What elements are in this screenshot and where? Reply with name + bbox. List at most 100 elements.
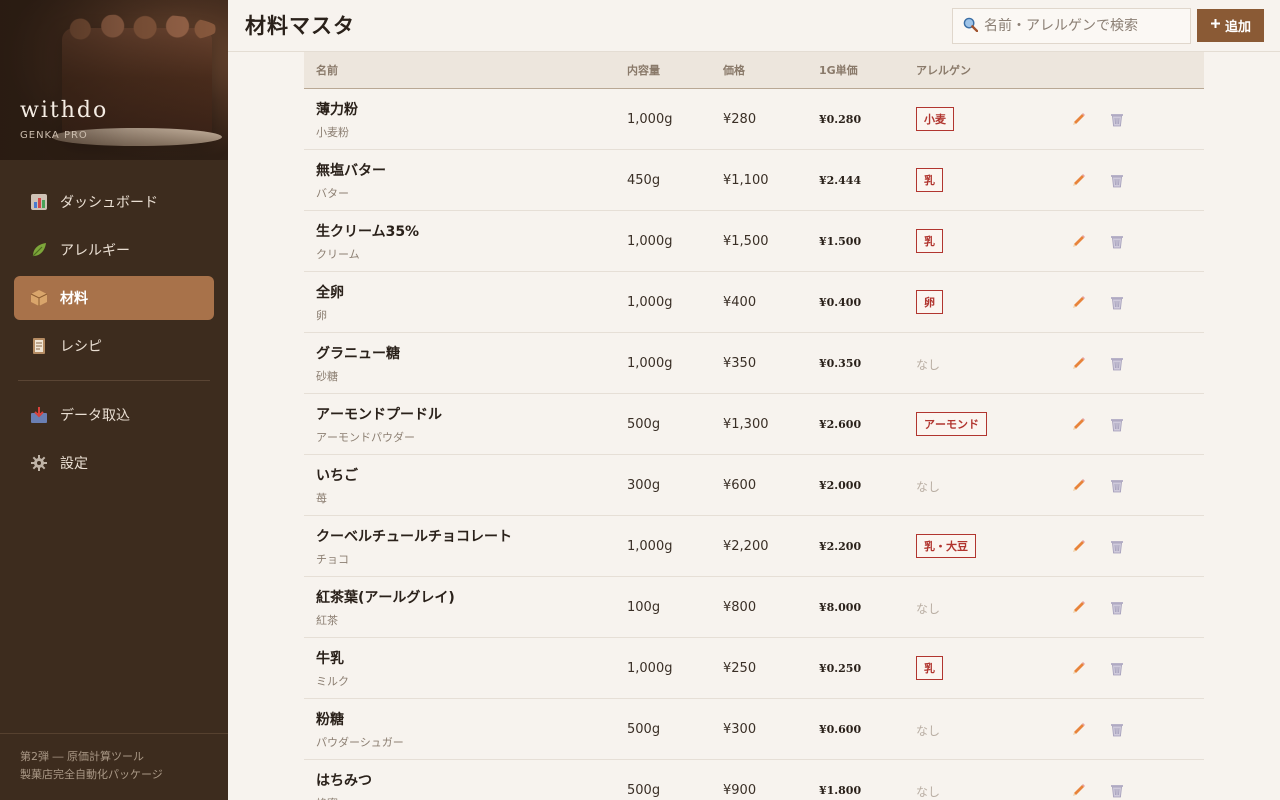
ingredient-alias: クリーム (316, 247, 360, 261)
row-actions (1066, 232, 1204, 250)
delete-icon[interactable] (1108, 598, 1126, 616)
ingredient-alias: チョコ (316, 552, 349, 566)
ingredient-qty: 300g (627, 477, 661, 493)
ingredient-allergen: なし (916, 720, 1066, 739)
row-actions (1066, 110, 1204, 128)
ingredient-name-cell: 紅茶葉(アールグレイ) 紅茶 (304, 587, 627, 628)
allergen-none: なし (916, 601, 941, 616)
inbox-icon (30, 406, 48, 424)
sidebar-item-dashboard[interactable]: ダッシュボード (14, 180, 214, 224)
ingredient-alias: アーモンドパウダー (316, 430, 415, 444)
edit-icon[interactable] (1070, 293, 1088, 311)
ingredient-unit-price: ¥8.000 (819, 600, 862, 614)
ingredient-unit-price: ¥2.200 (819, 539, 862, 553)
ingredient-alias: 紅茶 (316, 613, 338, 627)
row-actions (1066, 720, 1204, 738)
ingredient-price: ¥250 (723, 660, 757, 676)
edit-icon[interactable] (1070, 720, 1088, 738)
sidebar-item-ingredients[interactable]: 材料 (14, 276, 214, 320)
table-row: 生クリーム35% クリーム 1,000g ¥1,500 ¥1.500 乳 (304, 211, 1204, 272)
ingredient-allergen: 乳 (916, 229, 1066, 253)
delete-icon[interactable] (1108, 354, 1126, 372)
ingredient-allergen: なし (916, 598, 1066, 617)
edit-icon[interactable] (1070, 110, 1088, 128)
edit-icon[interactable] (1070, 476, 1088, 494)
ingredient-unit-price: ¥2.444 (819, 173, 862, 187)
allergen-badge: 乳 (916, 229, 943, 253)
ingredient-alias: ミルク (316, 674, 349, 688)
delete-icon[interactable] (1108, 476, 1126, 494)
table-row: はちみつ蜂蜜500g ¥900 ¥1.800 なし (304, 760, 1204, 800)
edit-icon[interactable] (1070, 598, 1088, 616)
column-header-unit-price[interactable]: 1G単価 (819, 62, 916, 78)
ingredient-name: 牛乳 (316, 650, 344, 667)
edit-icon[interactable] (1070, 171, 1088, 189)
brand-banner: withdo GENKA PRO (0, 0, 228, 160)
search-input[interactable] (984, 18, 1184, 34)
ingredients-table: 名前 内容量 価格 1G単価 アレルゲン 薄力粉 小麦粉 1,000g ¥280 ¥0.… (304, 52, 1204, 800)
column-header-price[interactable]: 価格 (723, 62, 819, 78)
delete-icon[interactable] (1108, 293, 1126, 311)
ingredient-unit-price: ¥1.500 (819, 234, 862, 248)
edit-icon[interactable] (1070, 537, 1088, 555)
search-box[interactable] (952, 8, 1191, 44)
sidebar-item-recipes[interactable]: レシピ (14, 324, 214, 368)
delete-icon[interactable] (1108, 232, 1126, 250)
ingredient-unit-price: ¥0.350 (819, 356, 862, 370)
row-actions (1066, 171, 1204, 189)
ingredient-qty: 1,000g (627, 111, 673, 127)
footer-line: 第2弾 ― 原価計算ツール (20, 750, 144, 763)
ingredient-price: ¥1,300 (723, 416, 769, 432)
ingredient-allergen: 小麦 (916, 107, 1066, 131)
ingredient-allergen: 乳 (916, 168, 1066, 192)
column-header-name[interactable]: 名前 (304, 62, 627, 78)
ingredient-name-cell: クーベルチュールチョコレート チョコ (304, 526, 627, 567)
allergen-none: なし (916, 357, 941, 372)
ingredient-price: ¥350 (723, 355, 757, 371)
sidebar-nav: ダッシュボード アレルギー 材料 レシピ データ取込 設定 (0, 160, 228, 485)
nav-divider (18, 380, 210, 381)
ingredient-allergen: なし (916, 781, 1066, 800)
row-actions (1066, 476, 1204, 494)
delete-icon[interactable] (1108, 171, 1126, 189)
ingredient-name: 生クリーム35% (316, 223, 420, 240)
search-icon (963, 17, 979, 36)
ingredient-alias: 砂糖 (316, 369, 338, 383)
sidebar-footer: 第2弾 ― 原価計算ツール 製菓店完全自動化パッケージ (0, 733, 228, 800)
sidebar-item-import[interactable]: データ取込 (14, 393, 214, 437)
add-button[interactable]: 追加 (1197, 9, 1264, 42)
row-actions (1066, 354, 1204, 372)
table-row: グラニュー糖 砂糖 1,000g ¥350 ¥0.350 なし (304, 333, 1204, 394)
table-row: 粉糖 パウダーシュガー 500g ¥300 ¥0.600 なし (304, 699, 1204, 760)
ingredient-alias: バター (316, 186, 349, 200)
delete-icon[interactable] (1108, 110, 1126, 128)
column-header-allergen[interactable]: アレルゲン (916, 62, 1066, 78)
allergen-none: なし (916, 479, 941, 494)
edit-icon[interactable] (1070, 354, 1088, 372)
allergen-badge: 乳・大豆 (916, 534, 976, 558)
row-actions (1066, 537, 1204, 555)
edit-icon[interactable] (1070, 415, 1088, 433)
ingredient-name-cell: アーモンドプードル アーモンドパウダー (304, 404, 627, 445)
edit-icon[interactable] (1070, 232, 1088, 250)
footer-line: 製菓店完全自動化パッケージ (20, 768, 163, 781)
sidebar-item-allergy[interactable]: アレルギー (14, 228, 214, 272)
box-icon (30, 289, 48, 307)
ingredient-name: グラニュー糖 (316, 345, 400, 362)
ingredient-unit-price: ¥0.400 (819, 295, 862, 309)
ingredient-qty: 500g (627, 782, 661, 798)
delete-icon[interactable] (1108, 415, 1126, 433)
delete-icon[interactable] (1108, 781, 1126, 799)
column-header-qty[interactable]: 内容量 (627, 62, 723, 78)
ingredient-price: ¥800 (723, 599, 757, 615)
delete-icon[interactable] (1108, 537, 1126, 555)
sidebar: withdo GENKA PRO ダッシュボード アレルギー 材料 レシピ デー… (0, 0, 228, 800)
delete-icon[interactable] (1108, 720, 1126, 738)
gear-icon (30, 454, 48, 472)
delete-icon[interactable] (1108, 659, 1126, 677)
sidebar-item-settings[interactable]: 設定 (14, 441, 214, 485)
edit-icon[interactable] (1070, 781, 1088, 799)
edit-icon[interactable] (1070, 659, 1088, 677)
brand-name: withdo (20, 98, 109, 123)
allergen-badge: 小麦 (916, 107, 954, 131)
